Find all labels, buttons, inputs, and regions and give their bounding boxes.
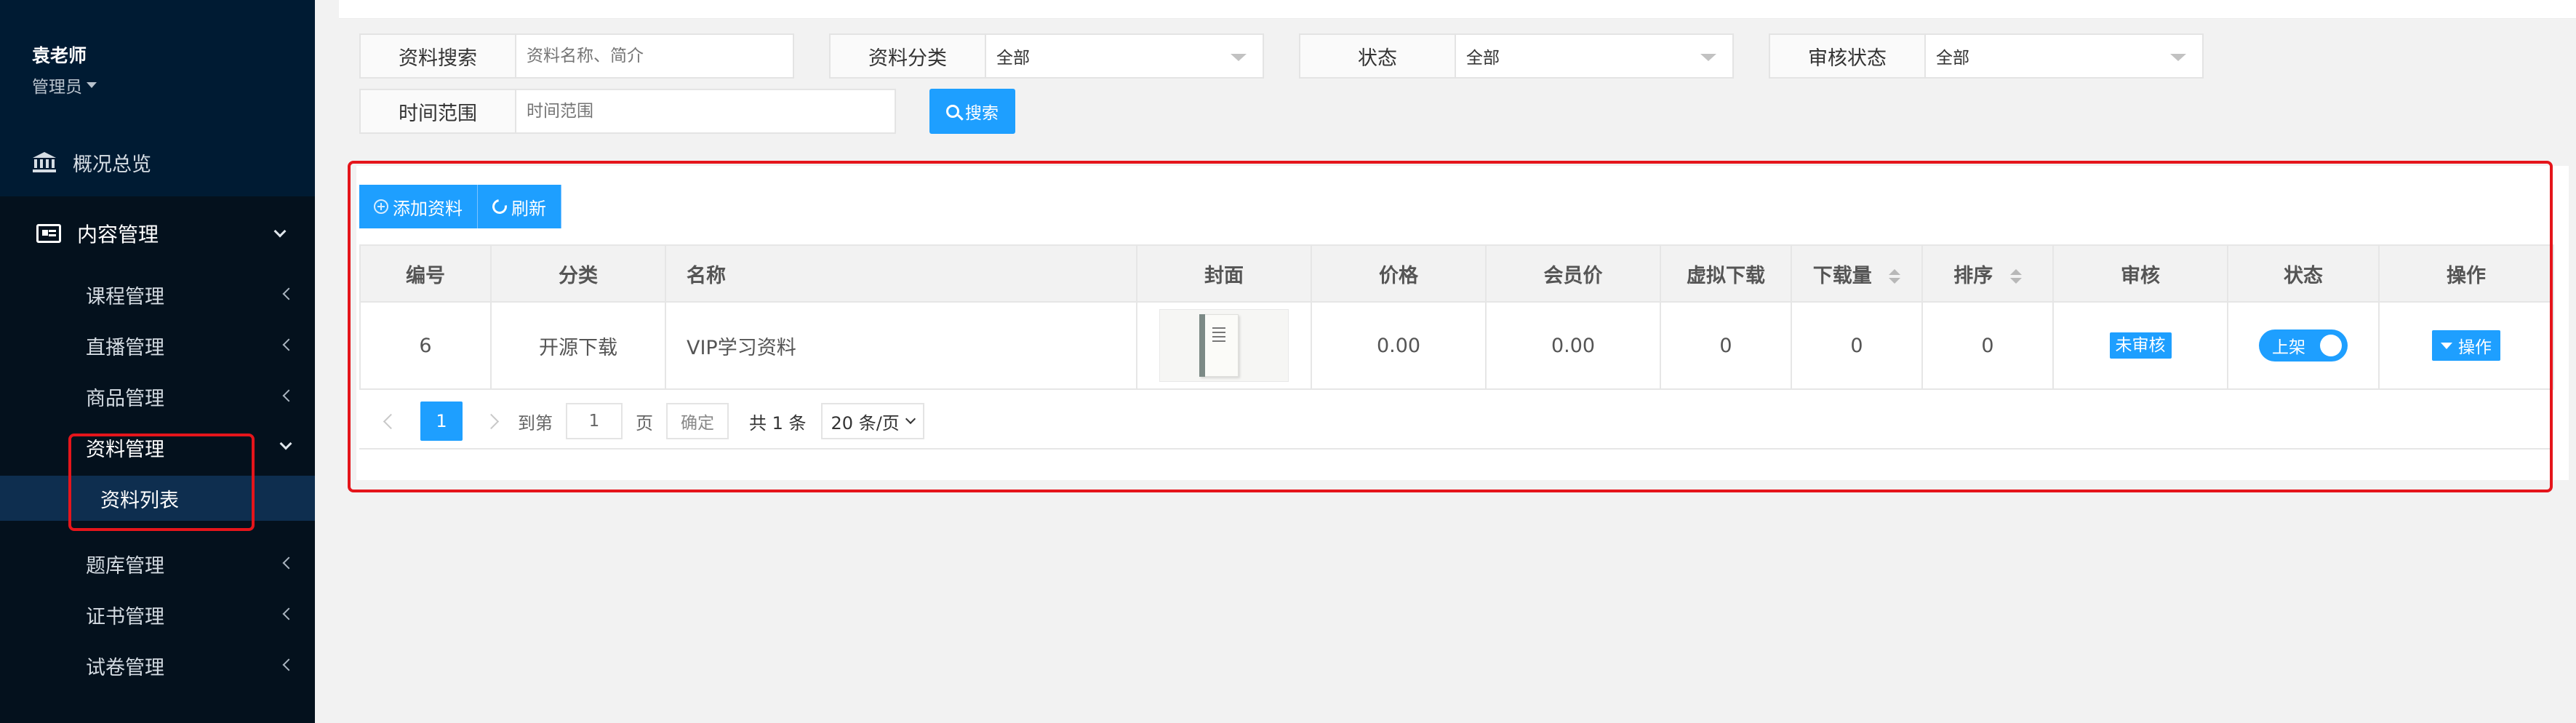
sidebar-item-label: 试卷管理: [86, 656, 164, 679]
user-role-dropdown[interactable]: 管理员: [32, 73, 97, 97]
sidebar-item-label: 题库管理: [86, 554, 164, 578]
time-range-filter: 时间范围: [359, 89, 896, 134]
sidebar-item-label: 直播管理: [86, 336, 164, 359]
bank-icon: [32, 151, 57, 173]
sidebar-item-label: 商品管理: [86, 387, 164, 410]
search-input[interactable]: [516, 35, 793, 77]
search-filter: 资料搜索: [359, 33, 794, 79]
search-filter-label: 资料搜索: [361, 35, 516, 77]
sidebar-item-live[interactable]: 直播管理: [0, 323, 315, 368]
sidebar-item-label: 课程管理: [86, 285, 164, 308]
time-range-input[interactable]: [516, 90, 895, 132]
category-select[interactable]: 全部: [986, 35, 1263, 77]
review-select[interactable]: 全部: [1926, 35, 2202, 77]
chevron-left-icon: [282, 556, 295, 570]
highlight-box-table: [348, 161, 2553, 492]
review-filter: 审核状态 全部: [1769, 33, 2204, 79]
caret-down-icon: [2170, 54, 2186, 61]
sidebar-item-label: 证书管理: [86, 605, 164, 628]
sidebar-item-content-label: 内容管理: [77, 223, 159, 247]
highlight-box-sidebar: [68, 434, 255, 531]
caret-down-icon: [1700, 54, 1716, 61]
review-filter-label: 审核状态: [1770, 35, 1926, 77]
newspaper-icon: [36, 224, 61, 243]
sidebar-item-content[interactable]: 内容管理: [0, 211, 315, 256]
status-select[interactable]: 全部: [1456, 35, 1732, 77]
sidebar-item-question-bank[interactable]: 题库管理: [0, 541, 315, 586]
caret-down-icon: [1231, 54, 1247, 61]
chevron-left-icon: [282, 607, 295, 620]
user-role-label: 管理员: [32, 78, 82, 97]
time-range-label: 时间范围: [361, 90, 516, 132]
status-select-value: 全部: [1466, 49, 1500, 68]
chevron-left-icon: [282, 287, 295, 300]
chevron-left-icon: [282, 389, 295, 402]
category-select-value: 全部: [996, 49, 1030, 68]
sidebar-item-products[interactable]: 商品管理: [0, 374, 315, 419]
sidebar-item-exam-papers[interactable]: 试卷管理: [0, 643, 315, 688]
chevron-down-icon: [273, 225, 287, 238]
caret-down-icon: [87, 82, 97, 88]
review-select-value: 全部: [1936, 49, 1969, 68]
sidebar-item-certificates[interactable]: 证书管理: [0, 592, 315, 637]
sidebar-item-overview-label: 概况总览: [73, 153, 151, 176]
user-name: 袁老师: [32, 45, 87, 66]
sidebar: 袁老师 管理员 概况总览 内容管理 课程管理 直播管理 商品管理 资料管理 资料…: [0, 0, 315, 723]
search-button[interactable]: 搜索: [929, 89, 1015, 134]
sidebar-item-courses[interactable]: 课程管理: [0, 272, 315, 317]
top-strip: [339, 0, 2576, 19]
status-filter: 状态 全部: [1299, 33, 1734, 79]
chevron-left-icon: [282, 338, 295, 351]
user-block: 袁老师 管理员: [32, 45, 97, 97]
sidebar-item-overview[interactable]: 概况总览: [0, 140, 315, 185]
search-button-label: 搜索: [965, 104, 999, 123]
category-filter-label: 资料分类: [831, 35, 986, 77]
category-filter: 资料分类 全部: [829, 33, 1264, 79]
chevron-down-icon: [279, 437, 292, 450]
chevron-left-icon: [282, 658, 295, 671]
status-filter-label: 状态: [1300, 35, 1456, 77]
search-icon: [946, 105, 959, 118]
